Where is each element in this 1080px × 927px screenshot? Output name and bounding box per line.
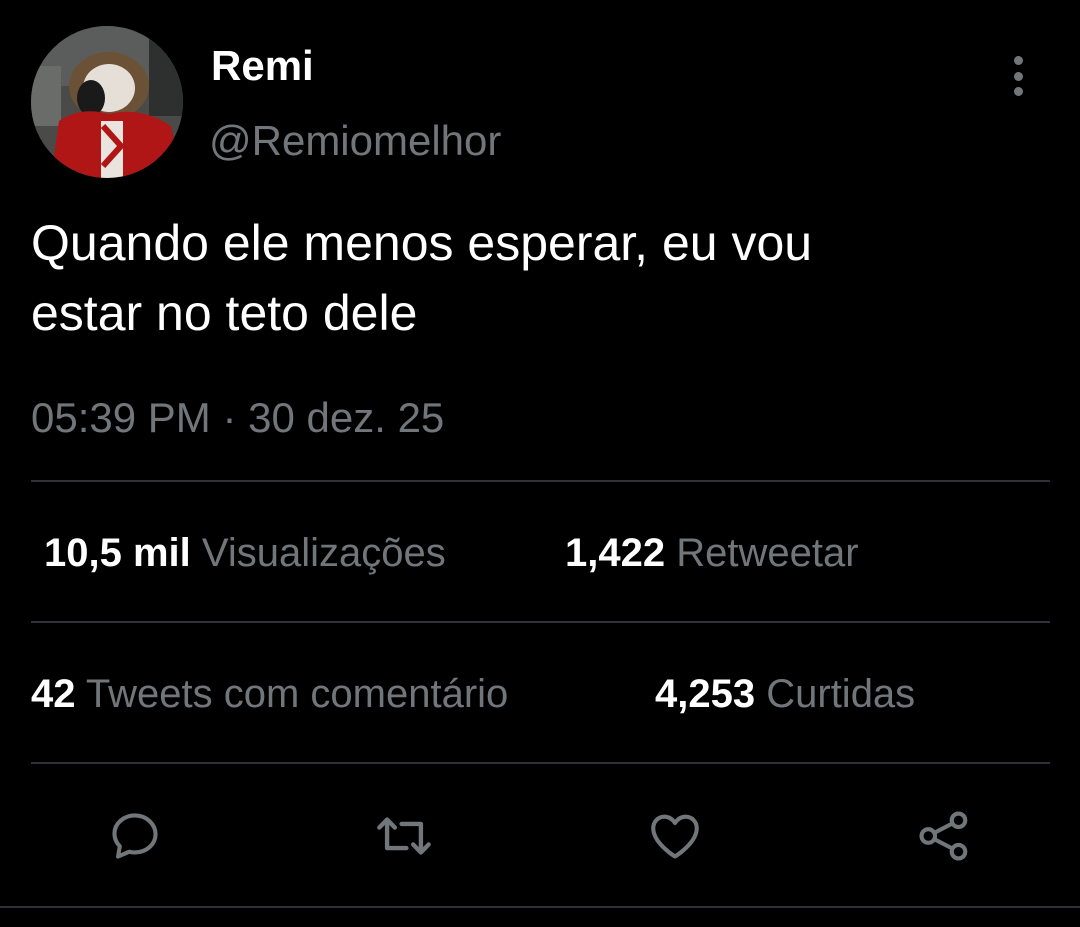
retweet-button[interactable] bbox=[372, 804, 436, 868]
heart-icon bbox=[651, 814, 699, 859]
divider bbox=[31, 480, 1050, 482]
retweets-label: Retweetar bbox=[676, 531, 859, 575]
share-icon bbox=[919, 811, 968, 861]
views-stat: 10,5 mil Visualizações bbox=[44, 528, 446, 578]
quotes-label: Tweets com comentário bbox=[85, 672, 509, 716]
author-handle[interactable]: @Remiomelhor bbox=[209, 113, 501, 169]
action-bar bbox=[0, 790, 1080, 880]
retweets-count: 1,422 bbox=[565, 531, 666, 575]
tweet-text-line: Quando ele menos esperar, eu vou bbox=[31, 215, 813, 271]
retweet-icon bbox=[377, 817, 431, 855]
views-label: Visualizações bbox=[201, 531, 446, 575]
dot bbox=[1013, 87, 1023, 96]
likes-count: 4,253 bbox=[655, 672, 756, 716]
avatar[interactable] bbox=[31, 26, 183, 178]
avatar-photo bbox=[31, 26, 183, 178]
tweet-timestamp: 05:39 PM · 30 dez. 25 bbox=[31, 392, 444, 444]
tweet-text: Quando ele menos esperar, eu vou estar n… bbox=[31, 208, 1041, 348]
tweet-date[interactable]: 30 dez. 25 bbox=[248, 394, 444, 441]
quotes-count: 42 bbox=[31, 672, 76, 716]
divider bbox=[31, 621, 1050, 623]
tweet-time[interactable]: 05:39 PM bbox=[31, 394, 211, 441]
tweet-text-line: estar no teto dele bbox=[31, 285, 418, 341]
likes-stat[interactable]: 4,253 Curtidas bbox=[655, 669, 915, 719]
divider bbox=[31, 762, 1050, 764]
more-options-icon[interactable] bbox=[996, 52, 1040, 100]
retweets-stat[interactable]: 1,422 Retweetar bbox=[565, 528, 859, 578]
views-count: 10,5 mil bbox=[44, 531, 191, 575]
divider bbox=[0, 906, 1080, 908]
dot bbox=[1013, 71, 1023, 81]
reply-button[interactable] bbox=[103, 804, 167, 868]
likes-label: Curtidas bbox=[766, 672, 916, 716]
author-name[interactable]: Remi bbox=[211, 40, 314, 92]
quotes-stat[interactable]: 42 Tweets com comentário bbox=[31, 669, 508, 719]
reply-icon bbox=[112, 813, 158, 859]
dot bbox=[1013, 56, 1023, 65]
share-button[interactable] bbox=[912, 804, 976, 868]
tweet-detail: Remi @Remiomelhor Quando ele menos esper… bbox=[0, 0, 1080, 927]
timestamp-separator: · bbox=[222, 394, 237, 441]
like-button[interactable] bbox=[643, 804, 707, 868]
